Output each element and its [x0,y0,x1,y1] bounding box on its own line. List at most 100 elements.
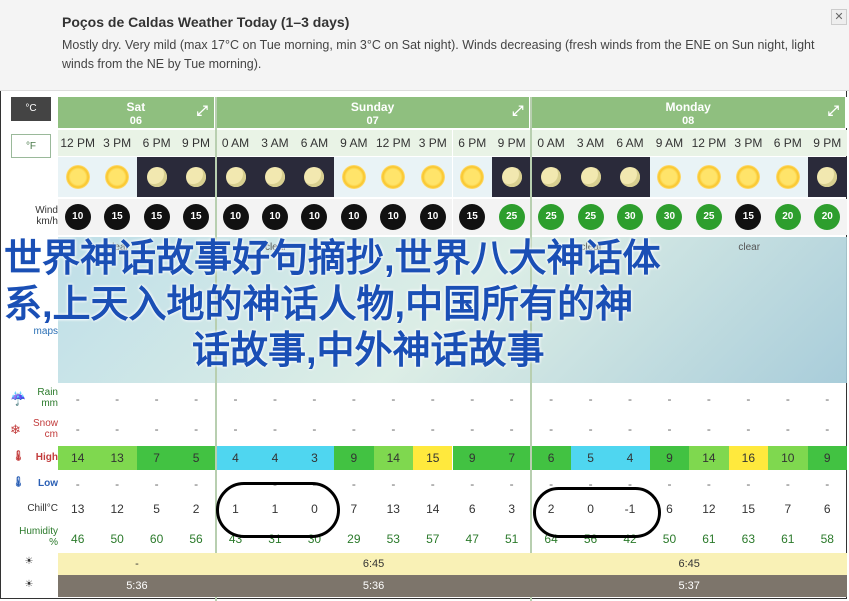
time-cell: 12 PM [373,130,414,156]
humidity-value: 58 [820,532,834,546]
map-clear-label: clear [738,242,761,253]
time-cell: 9 AM [334,130,374,156]
annotation-circle-sunday [216,482,340,538]
overlay-text-line-1: 世界神话故事好句摘抄,世界八大神话体 [4,238,661,280]
low-temp-value: - [746,477,751,491]
day-header-sat[interactable]: Sat 06 ⤢ [58,97,216,128]
time-cell: 12 PM [58,130,98,156]
time-cell: 6 PM [768,130,808,156]
thermometer-low-icon: 🌡 [12,477,25,488]
sunrise-time: - [58,553,216,575]
sunrise-icon: ☀ [24,556,34,567]
wind-cell: 25 [570,199,611,235]
rain-value: - [75,392,80,406]
weather-icon-cell [334,157,374,197]
humidity-label: Humidity% [19,526,58,548]
chill-label: Chill°C [27,503,58,514]
wind-cell: 15 [452,199,492,235]
wind-cell: 20 [807,199,847,235]
weather-icon-cell [531,157,571,197]
humidity-value: 51 [504,532,519,546]
weather-icon-cell [97,157,137,197]
low-temp-value: - [351,477,356,491]
chill-value: 15 [741,502,756,516]
sun-icon [736,165,761,189]
humidity-value: 46 [71,532,85,546]
rain-value: - [549,392,554,406]
expand-icon[interactable]: ⤢ [197,103,208,117]
rain-value: - [351,392,356,406]
close-icon[interactable]: ✕ [831,9,847,25]
day-header-sunday[interactable]: Sunday 07 ⤢ [215,97,532,128]
moon-icon [304,167,325,187]
overlay-text-line-2: 系,上天入地的神话人物,中国所有的神 [4,284,634,326]
time-cell: 3 PM [728,130,769,156]
snow-value: - [351,422,356,436]
day-header-monday[interactable]: Monday 08 ⤢ [531,97,847,128]
expand-icon[interactable]: ⤢ [512,103,523,117]
day-name: Sunday [350,100,395,114]
weather-icon-cell [373,157,414,197]
high-temp-value: 4 [255,446,295,470]
weather-icon-cell [136,157,177,197]
time-cell: 3 PM [413,130,453,156]
wind-cell: 30 [649,199,690,235]
weather-icon-cell [610,157,650,197]
sunrise-time: 6:45 [215,553,532,575]
time-cell: 9 PM [176,130,216,156]
celsius-toggle[interactable]: °C [11,97,51,121]
rain-value: - [667,392,672,406]
wind-cell: 10 [58,199,98,235]
rain-value: - [628,392,633,406]
wind-cell: 15 [136,199,177,235]
page-title: Poços de Caldas Weather Today (1–3 days) [62,14,350,30]
low-temp-value: - [825,477,830,491]
low-temp-value: - [509,477,514,491]
rain-value: - [746,392,751,406]
wind-arrow-icon: 25 [538,204,565,230]
weather-icon-cell [452,157,492,197]
weather-icon-cell [570,157,611,197]
time-cell: 9 PM [491,130,532,156]
high-temp-value: 9 [452,446,492,470]
high-temp-value: 6 [531,446,571,470]
rain-value: - [470,392,475,406]
wind-arrow-icon: 10 [419,204,446,230]
chill-value: 13 [386,502,400,516]
time-cell: 9 PM [807,130,847,156]
chill-value: 12 [702,502,716,516]
rain-value: - [430,392,435,406]
snow-value: - [746,422,751,436]
high-temp-value: 14 [373,446,414,470]
wind-label: Wind km/h [35,205,58,227]
fahrenheit-toggle[interactable]: °F [11,134,51,158]
time-cell: 3 AM [570,130,611,156]
expand-icon[interactable]: ⤢ [828,103,839,117]
moon-icon [264,167,285,187]
wind-cell: 10 [215,199,256,235]
rain-value: - [194,392,199,406]
day-date: 07 [366,115,379,127]
rain-value: - [509,392,514,406]
moon-icon [580,167,601,187]
rain-value: - [312,392,317,406]
snow-value: - [706,422,711,436]
high-temp-value: 15 [413,446,453,470]
rain-value: - [588,392,593,406]
chill-value: 2 [192,502,200,516]
weather-icon-cell [649,157,690,197]
forecast-header: Poços de Caldas Weather Today (1–3 days)… [0,0,849,91]
chill-value: 7 [350,502,358,516]
wind-cell: 25 [491,199,532,235]
rain-value: - [233,392,238,406]
wind-arrow-icon: 10 [380,204,407,230]
wind-cell: 15 [97,199,137,235]
snow-label: ❄ Snow cm [10,418,58,440]
weather-icon-cell [768,157,808,197]
time-cell: 3 PM [97,130,137,156]
wind-arrow-icon: 10 [261,204,288,230]
wind-cell: 15 [176,199,216,235]
low-temp-value: - [75,477,80,491]
snow-value: - [312,422,317,436]
low-temp-value: - [706,477,711,491]
